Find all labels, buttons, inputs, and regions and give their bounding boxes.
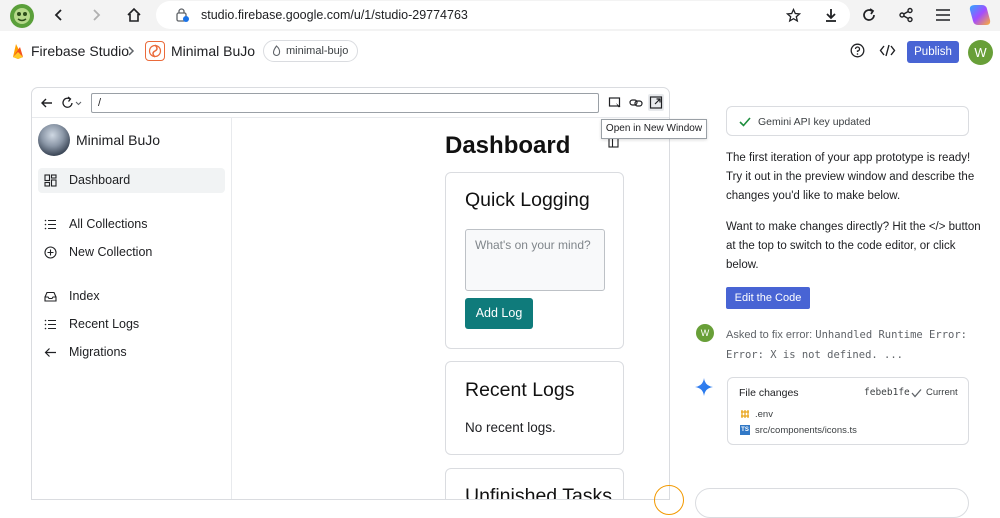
share-icon[interactable]	[898, 7, 914, 23]
log-textarea[interactable]: What's on your mind?	[465, 229, 605, 291]
preview-back-icon[interactable]	[40, 96, 54, 110]
nav-item-all-collections[interactable]: All Collections	[38, 212, 225, 237]
app-name: Minimal BuJo	[76, 132, 161, 148]
arrow-left-icon	[44, 346, 57, 359]
nav-label: Index	[69, 289, 100, 303]
gemini-sparkle-icon	[694, 377, 714, 397]
list-icon	[44, 318, 57, 331]
nav-item-index[interactable]: Index	[38, 284, 225, 309]
favorite-icon[interactable]	[786, 8, 801, 23]
app-sidebar: Minimal BuJo Dashboard All Collections N…	[32, 118, 232, 499]
card-title: Quick Logging	[465, 189, 590, 211]
chat-message: Want to make changes directly? Hit the <…	[726, 221, 981, 271]
studio-header: Firebase Studio Minimal BuJo minimal-buj…	[0, 31, 1000, 71]
check-icon	[739, 116, 751, 127]
browser-toolbar: studio.firebase.google.com/u/1/studio-29…	[0, 0, 1000, 31]
chat-message: The first iteration of your app prototyp…	[726, 152, 975, 202]
url-text: studio.firebase.google.com/u/1/studio-29…	[201, 8, 468, 22]
file-name[interactable]: .env	[755, 409, 773, 420]
reload-icon[interactable]	[861, 7, 877, 23]
workspace-chip[interactable]: minimal-bujo	[263, 40, 359, 62]
select-element-icon[interactable]	[608, 96, 622, 110]
chat-input[interactable]	[695, 488, 969, 518]
add-log-button[interactable]: Add Log	[465, 298, 533, 329]
list-icon	[44, 218, 57, 231]
app-logo-avatar	[38, 124, 70, 156]
preview-address-input[interactable]: /	[91, 93, 599, 113]
inbox-icon	[44, 290, 57, 303]
empty-state-text: No recent logs.	[465, 420, 556, 435]
user-avatar-small: W	[696, 324, 714, 342]
link-icon[interactable]	[629, 96, 643, 110]
page-title: Dashboard	[445, 132, 571, 159]
home-icon[interactable]	[126, 7, 142, 23]
product-name[interactable]: Firebase Studio	[31, 43, 129, 59]
edit-code-button[interactable]: Edit the Code	[726, 287, 810, 309]
download-icon[interactable]	[823, 7, 839, 23]
app-preview-frame: / Minimal BuJo Dashboard All Collections	[31, 87, 670, 500]
copilot-icon[interactable]	[968, 3, 992, 27]
dashboard-icon	[44, 174, 57, 187]
nav-label: Dashboard	[69, 173, 131, 187]
status-text: Gemini API key updated	[758, 116, 871, 128]
code-toggle-icon[interactable]	[879, 43, 896, 58]
quick-logging-card: Quick Logging What's on your mind? Add L…	[445, 172, 624, 349]
back-icon[interactable]	[52, 8, 66, 22]
nav-item-new-collection[interactable]: New Collection	[38, 240, 225, 265]
open-new-window-tooltip: Open in New Window	[601, 119, 707, 139]
env-file-icon	[740, 409, 750, 419]
commit-hash: febeb1fe	[864, 387, 910, 398]
chevron-right-icon	[126, 45, 136, 57]
file-name[interactable]: src/components/icons.ts	[755, 425, 857, 436]
user-avatar[interactable]: W	[968, 40, 993, 65]
site-info-icon[interactable]	[175, 8, 189, 22]
forward-icon[interactable]	[89, 8, 103, 22]
workspace-chip-label: minimal-bujo	[286, 45, 349, 57]
file-changes-title: File changes	[739, 387, 799, 399]
unfinished-tasks-card: Unfinished Tasks	[445, 468, 624, 500]
nav-item-migrations[interactable]: Migrations	[38, 340, 225, 365]
user-request: Asked to fix error: Unhandled Runtime Er…	[726, 325, 986, 365]
menu-icon[interactable]	[935, 8, 951, 22]
gemini-avatar-icon	[654, 485, 684, 515]
card-title: Recent Logs	[465, 379, 575, 401]
nav-item-dashboard[interactable]: Dashboard	[38, 168, 225, 193]
recent-logs-card: Recent Logs No recent logs.	[445, 361, 624, 455]
check-icon	[911, 388, 922, 398]
extension-icon[interactable]	[9, 3, 35, 29]
firebase-logo-icon	[11, 42, 25, 60]
request-prefix: Asked to fix error:	[726, 329, 816, 341]
project-logo-icon	[145, 41, 165, 61]
flame-icon	[271, 45, 282, 57]
nav-label: Recent Logs	[69, 317, 140, 331]
nav-label: All Collections	[69, 217, 148, 231]
publish-button[interactable]: Publish	[907, 41, 959, 63]
typescript-file-icon: TS	[740, 425, 750, 435]
plus-circle-icon	[44, 246, 57, 259]
help-icon[interactable]	[850, 43, 865, 58]
card-title: Unfinished Tasks	[465, 485, 613, 500]
open-new-window-icon[interactable]	[648, 94, 664, 111]
preview-toolbar: /	[32, 88, 669, 118]
status-card: Gemini API key updated	[726, 106, 969, 136]
nav-item-recent-logs[interactable]: Recent Logs	[38, 312, 225, 337]
file-changes-card[interactable]: File changes febeb1fe Current .env TS sr…	[727, 377, 969, 445]
preview-reload-icon[interactable]	[61, 96, 83, 110]
address-bar[interactable]: studio.firebase.google.com/u/1/studio-29…	[156, 1, 850, 29]
nav-label: New Collection	[69, 245, 153, 259]
project-name[interactable]: Minimal BuJo	[171, 43, 255, 59]
nav-label: Migrations	[69, 345, 127, 359]
current-label: Current	[926, 387, 958, 398]
